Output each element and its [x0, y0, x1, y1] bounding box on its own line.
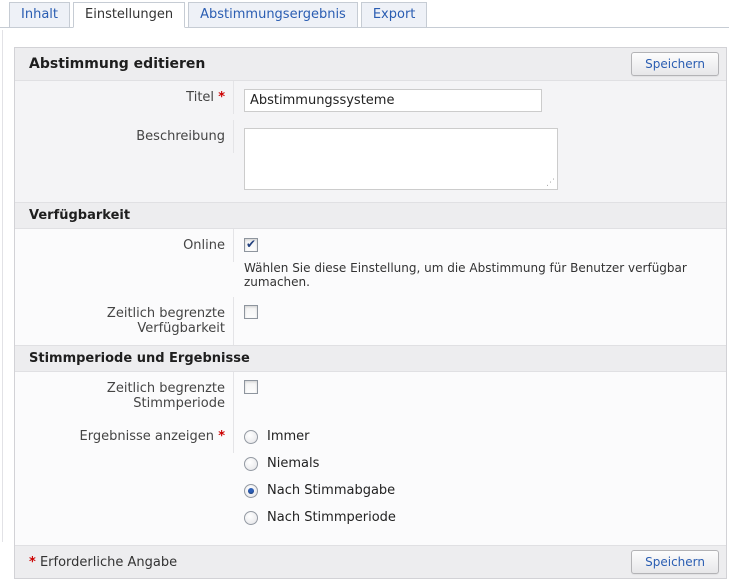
radio-button-icon[interactable] — [244, 430, 258, 444]
radio-option-nach-stimmabgabe[interactable]: Nach Stimmabgabe — [244, 483, 716, 498]
tab-inhalt[interactable]: Inhalt — [9, 2, 70, 28]
required-asterisk: * — [29, 555, 36, 570]
ergebnisse-anzeigen-field-cell: Immer Niemals Nach Stimmabgabe Nach Stim… — [234, 420, 726, 545]
section-stimmperiode-rows: Zeitlich begrenzte Stimmperiode ✔ Ergebn… — [15, 372, 726, 545]
content-frame-border — [2, 30, 3, 542]
tab-abstimmungsergebnis[interactable]: Abstimmungsergebnis — [188, 2, 358, 28]
beschreibung-label: Beschreibung — [15, 120, 234, 153]
radio-button-icon[interactable] — [244, 457, 258, 471]
radio-label-immer[interactable]: Immer — [267, 429, 310, 444]
online-label: Online — [15, 229, 234, 262]
zeitlich-verfuegbarkeit-checkbox[interactable]: ✔ — [244, 305, 258, 319]
titel-row: Titel * — [15, 81, 726, 120]
zeitlich-verfuegbarkeit-label: Zeitlich begrenzte Verfügbarkeit — [15, 297, 234, 345]
ergebnisse-anzeigen-row: Ergebnisse anzeigen * Immer Niemals Nach… — [15, 420, 726, 545]
section-verfuegbarkeit-rows: Online ✔ Wählen Sie diese Einstellung, u… — [15, 229, 726, 345]
tab-export[interactable]: Export — [361, 2, 428, 28]
radio-option-nach-stimmperiode[interactable]: Nach Stimmperiode — [244, 510, 716, 525]
zeitlich-verfuegbarkeit-field-cell: ✔ — [234, 297, 726, 339]
required-note: * Erforderliche Angabe — [22, 555, 177, 570]
required-note-text: Erforderliche Angabe — [40, 555, 177, 570]
save-button-top[interactable]: Speichern — [631, 52, 719, 76]
section-title-stimmperiode: Stimmperiode und Ergebnisse — [15, 345, 726, 372]
online-help-text: Wählen Sie diese Einstellung, um die Abs… — [244, 261, 716, 289]
radio-label-nach-stimmperiode[interactable]: Nach Stimmperiode — [267, 510, 396, 525]
tab-bar: Inhalt Einstellungen Abstimmungsergebnis… — [0, 0, 729, 28]
radio-button-icon[interactable] — [244, 511, 258, 525]
beschreibung-row: Beschreibung ⋰ — [15, 120, 726, 202]
radio-label-nach-stimmabgabe[interactable]: Nach Stimmabgabe — [267, 483, 395, 498]
section-title-verfuegbarkeit: Verfügbarkeit — [15, 202, 726, 229]
titel-label-text: Titel — [186, 90, 214, 105]
online-checkbox[interactable]: ✔ — [244, 238, 258, 252]
beschreibung-textarea[interactable] — [244, 128, 558, 190]
titel-label: Titel * — [15, 81, 234, 114]
edit-poll-panel: Abstimmung editieren Speichern Titel * B… — [14, 47, 727, 579]
radio-option-immer[interactable]: Immer — [244, 429, 716, 444]
radio-button-icon[interactable] — [244, 484, 258, 498]
beschreibung-field-cell: ⋰ — [234, 120, 726, 202]
ergebnisse-anzeigen-label: Ergebnisse anzeigen * — [15, 420, 234, 453]
section-general-rows: Titel * Beschreibung ⋰ — [15, 81, 726, 202]
ergebnisse-anzeigen-label-text: Ergebnisse anzeigen — [80, 429, 215, 444]
zeitlich-verfuegbarkeit-row: Zeitlich begrenzte Verfügbarkeit ✔ — [15, 297, 726, 345]
online-field-cell: ✔ Wählen Sie diese Einstellung, um die A… — [234, 229, 726, 297]
zeitlich-stimmperiode-row: Zeitlich begrenzte Stimmperiode ✔ — [15, 372, 726, 420]
online-row: Online ✔ Wählen Sie diese Einstellung, u… — [15, 229, 726, 297]
panel-title: Abstimmung editieren — [22, 56, 205, 72]
checkmark-icon: ✔ — [246, 237, 256, 251]
panel-footer: * Erforderliche Angabe Speichern — [15, 545, 726, 578]
panel-header: Abstimmung editieren Speichern — [15, 48, 726, 81]
save-button-bottom[interactable]: Speichern — [631, 550, 719, 574]
radio-label-niemals[interactable]: Niemals — [267, 456, 319, 471]
titel-field-cell — [234, 81, 726, 120]
zeitlich-stimmperiode-label: Zeitlich begrenzte Stimmperiode — [15, 372, 234, 420]
tab-einstellungen[interactable]: Einstellungen — [73, 2, 185, 28]
required-asterisk: * — [218, 429, 225, 444]
titel-input[interactable] — [244, 89, 542, 112]
required-asterisk: * — [218, 90, 225, 105]
zeitlich-stimmperiode-checkbox[interactable]: ✔ — [244, 380, 258, 394]
zeitlich-stimmperiode-field-cell: ✔ — [234, 372, 726, 412]
radio-option-niemals[interactable]: Niemals — [244, 456, 716, 471]
